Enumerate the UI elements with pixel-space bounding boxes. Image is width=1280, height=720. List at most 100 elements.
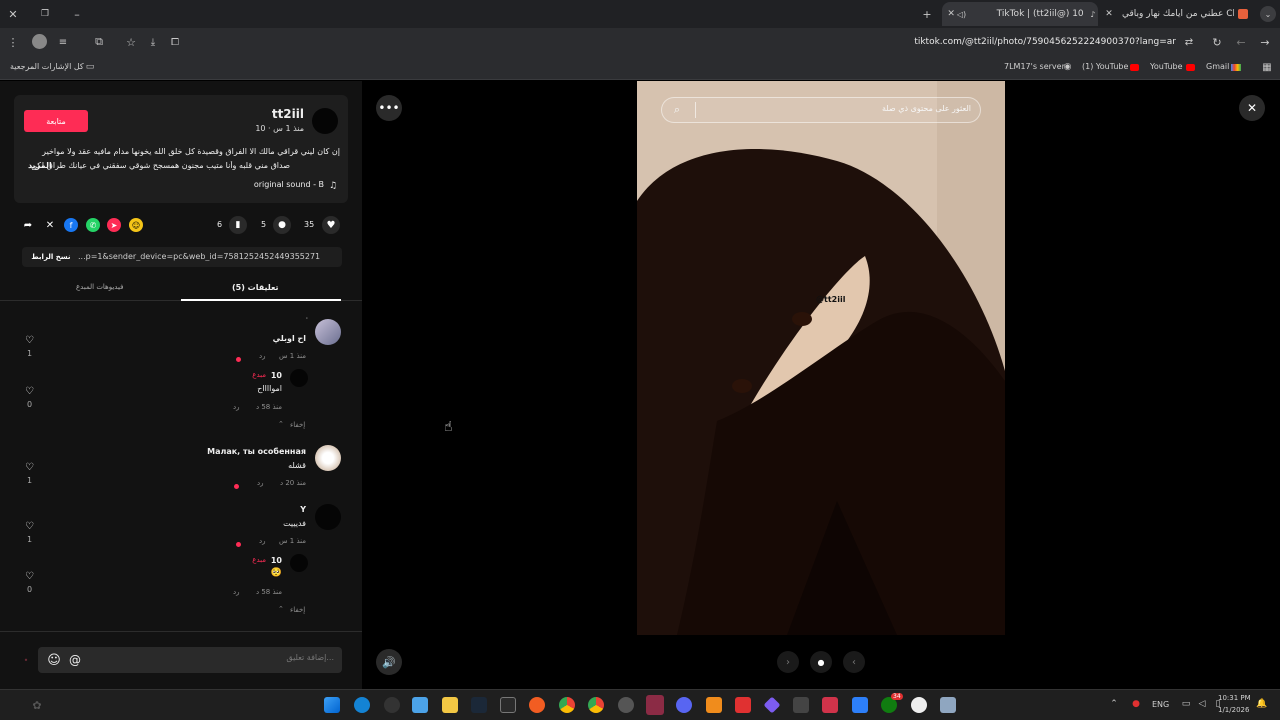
extensions-icon[interactable]: ⧉ [92, 35, 106, 49]
commenter-avatar[interactable] [315, 504, 341, 530]
comment-like-icon[interactable]: ♡ [25, 571, 34, 582]
comment-author[interactable]: Малак, ты особенная [207, 447, 306, 456]
search-input[interactable]: العثور على محتوى ذي صلة [882, 104, 971, 113]
app-icon[interactable] [735, 697, 751, 713]
x-icon[interactable]: ✕ [43, 218, 57, 232]
whatsapp-icon[interactable]: ✆ [86, 218, 100, 232]
app-icon[interactable] [852, 697, 868, 713]
reply-link[interactable]: رد [233, 588, 240, 596]
reply-link[interactable]: رد [259, 352, 266, 360]
start-icon[interactable] [324, 697, 340, 713]
emoji-icon[interactable]: ☺ [46, 652, 62, 668]
profile-avatar-icon[interactable] [32, 34, 47, 49]
bookmark-server[interactable]: 7LM17's server [1004, 62, 1065, 71]
reload-icon[interactable]: ↻ [1210, 35, 1224, 49]
file-explorer-icon[interactable] [442, 697, 458, 713]
comment-author[interactable]: Y [300, 505, 306, 514]
copy-link-button[interactable]: نسخ الرابط [24, 249, 78, 265]
tab-close-icon[interactable]: ✕ [1102, 9, 1116, 19]
more-options-icon[interactable]: ••• [376, 95, 402, 121]
forward-icon[interactable]: ← [1234, 35, 1248, 49]
clock-date[interactable]: 1/1/2026 [1218, 706, 1249, 714]
address-bar[interactable]: tiktok.com/@tt2iil/photo/759045625222490… [900, 37, 1176, 47]
app-icon[interactable] [911, 697, 927, 713]
tab-other[interactable]: ✕ عطني من أيامك نهار وباقي Cloud [1100, 2, 1250, 26]
reply-link[interactable]: رد [259, 537, 266, 545]
menu-icon[interactable]: ⋮ [6, 35, 20, 49]
tab-tiktok[interactable]: ✕ ◁) TikTok | (tt2iil@) 10 ♪ [942, 2, 1098, 26]
notifications-icon[interactable]: 🔔 [1256, 698, 1268, 710]
discord-icon[interactable] [676, 697, 692, 713]
post-photo[interactable]: ⌕ العثور على محتوى ذي صلة @tt2iil [637, 81, 1005, 635]
follow-button[interactable]: متابعة [24, 110, 88, 132]
send-to-friends-icon[interactable]: ➤ [107, 218, 121, 232]
volume-tray-icon[interactable]: ◁ [1196, 698, 1208, 710]
share-arrow-icon[interactable]: ➦ [21, 218, 35, 232]
reply-avatar[interactable] [290, 554, 308, 572]
author-username[interactable]: tt2iil [272, 107, 304, 121]
back-icon[interactable]: → [1258, 35, 1272, 49]
epic-games-icon[interactable] [500, 697, 516, 713]
app-icon[interactable] [618, 697, 634, 713]
tab-search-icon[interactable]: ⌄ [1260, 6, 1276, 22]
reply-author[interactable]: 10 [271, 556, 282, 565]
maximize-icon[interactable]: ❐ [38, 7, 52, 21]
close-window-icon[interactable]: ✕ [6, 7, 20, 21]
chrome-icon[interactable] [559, 697, 575, 713]
tab-comments[interactable]: (5) تعليقات [232, 283, 279, 292]
mic-icon[interactable]: ● [1130, 698, 1142, 710]
chrome-icon[interactable] [588, 697, 604, 713]
bookmark-youtube-1[interactable]: (1) YouTube [1082, 62, 1128, 71]
like-icon[interactable]: ♥ [322, 216, 340, 234]
tab-close-icon[interactable]: ✕ [946, 9, 956, 19]
comment-icon[interactable]: ● [273, 216, 291, 234]
comment-like-icon[interactable]: ♡ [25, 386, 34, 397]
comment-like-icon[interactable]: ♡ [25, 462, 34, 473]
app-icon[interactable] [706, 697, 722, 713]
apps-grid-icon[interactable]: ▦ [1261, 61, 1273, 73]
widgets-icon[interactable]: ✿ [30, 698, 44, 712]
facebook-icon[interactable]: f [64, 218, 78, 232]
bookmark-youtube-2[interactable]: YouTube [1150, 62, 1183, 71]
link-text[interactable]: ...p=1&sender_device=pc&web_id=758125245… [78, 252, 334, 261]
comment-author[interactable]: اح اوبلي [273, 334, 306, 343]
store-icon[interactable] [412, 697, 428, 713]
language-indicator[interactable]: ENG [1152, 700, 1169, 709]
reply-author[interactable]: 10 [271, 371, 282, 380]
hide-replies-link[interactable]: إخفاء [290, 421, 305, 429]
tray-chevron-icon[interactable]: ⌃ [1108, 698, 1120, 710]
app-icon[interactable] [646, 695, 664, 715]
post-comment-icon[interactable]: • [18, 653, 34, 667]
next-photo-icon[interactable]: › [777, 651, 799, 673]
reply-link[interactable]: رد [257, 479, 264, 487]
app-icon[interactable] [529, 697, 545, 713]
all-bookmarks-label[interactable]: كل الإشارات المرجعية [10, 62, 84, 71]
network-icon[interactable]: ▭ [1180, 698, 1192, 710]
bookmark-icon[interactable]: ▮ [229, 216, 247, 234]
sound-name[interactable]: original sound - B [254, 180, 324, 189]
media-icon[interactable]: ≡ [56, 35, 70, 49]
app-icon[interactable] [822, 697, 838, 713]
volume-icon[interactable]: 🔊 [376, 649, 402, 675]
app-icon[interactable] [793, 697, 809, 713]
clock-time[interactable]: 10:31 PM [1218, 694, 1251, 702]
share-icon[interactable]: ⧠ [168, 35, 182, 49]
minimize-icon[interactable]: – [70, 7, 84, 21]
prev-photo-icon[interactable]: ‹ [843, 651, 865, 673]
settings-gear-icon[interactable] [384, 697, 400, 713]
comment-input[interactable]: إضافة تعليق... [286, 653, 334, 662]
reply-avatar[interactable] [290, 369, 308, 387]
author-avatar[interactable] [312, 108, 338, 134]
comment-like-icon[interactable]: ♡ [25, 521, 34, 532]
hide-replies-link[interactable]: إخفاء [290, 606, 305, 614]
commenter-avatar[interactable] [315, 319, 341, 345]
comment-like-icon[interactable]: ♡ [25, 335, 34, 346]
bookmark-gmail[interactable]: Gmail [1206, 62, 1229, 71]
emoji-share-icon[interactable]: ☺ [129, 218, 143, 232]
more-link[interactable]: المزيد [28, 161, 52, 170]
commenter-avatar[interactable] [315, 445, 341, 471]
tab-creator-videos[interactable]: فيديوهات المبدع [76, 283, 123, 291]
search-icon[interactable]: ⌕ [669, 102, 685, 118]
site-settings-icon[interactable]: ⇄ [1182, 35, 1196, 49]
steam-icon[interactable] [471, 697, 487, 713]
